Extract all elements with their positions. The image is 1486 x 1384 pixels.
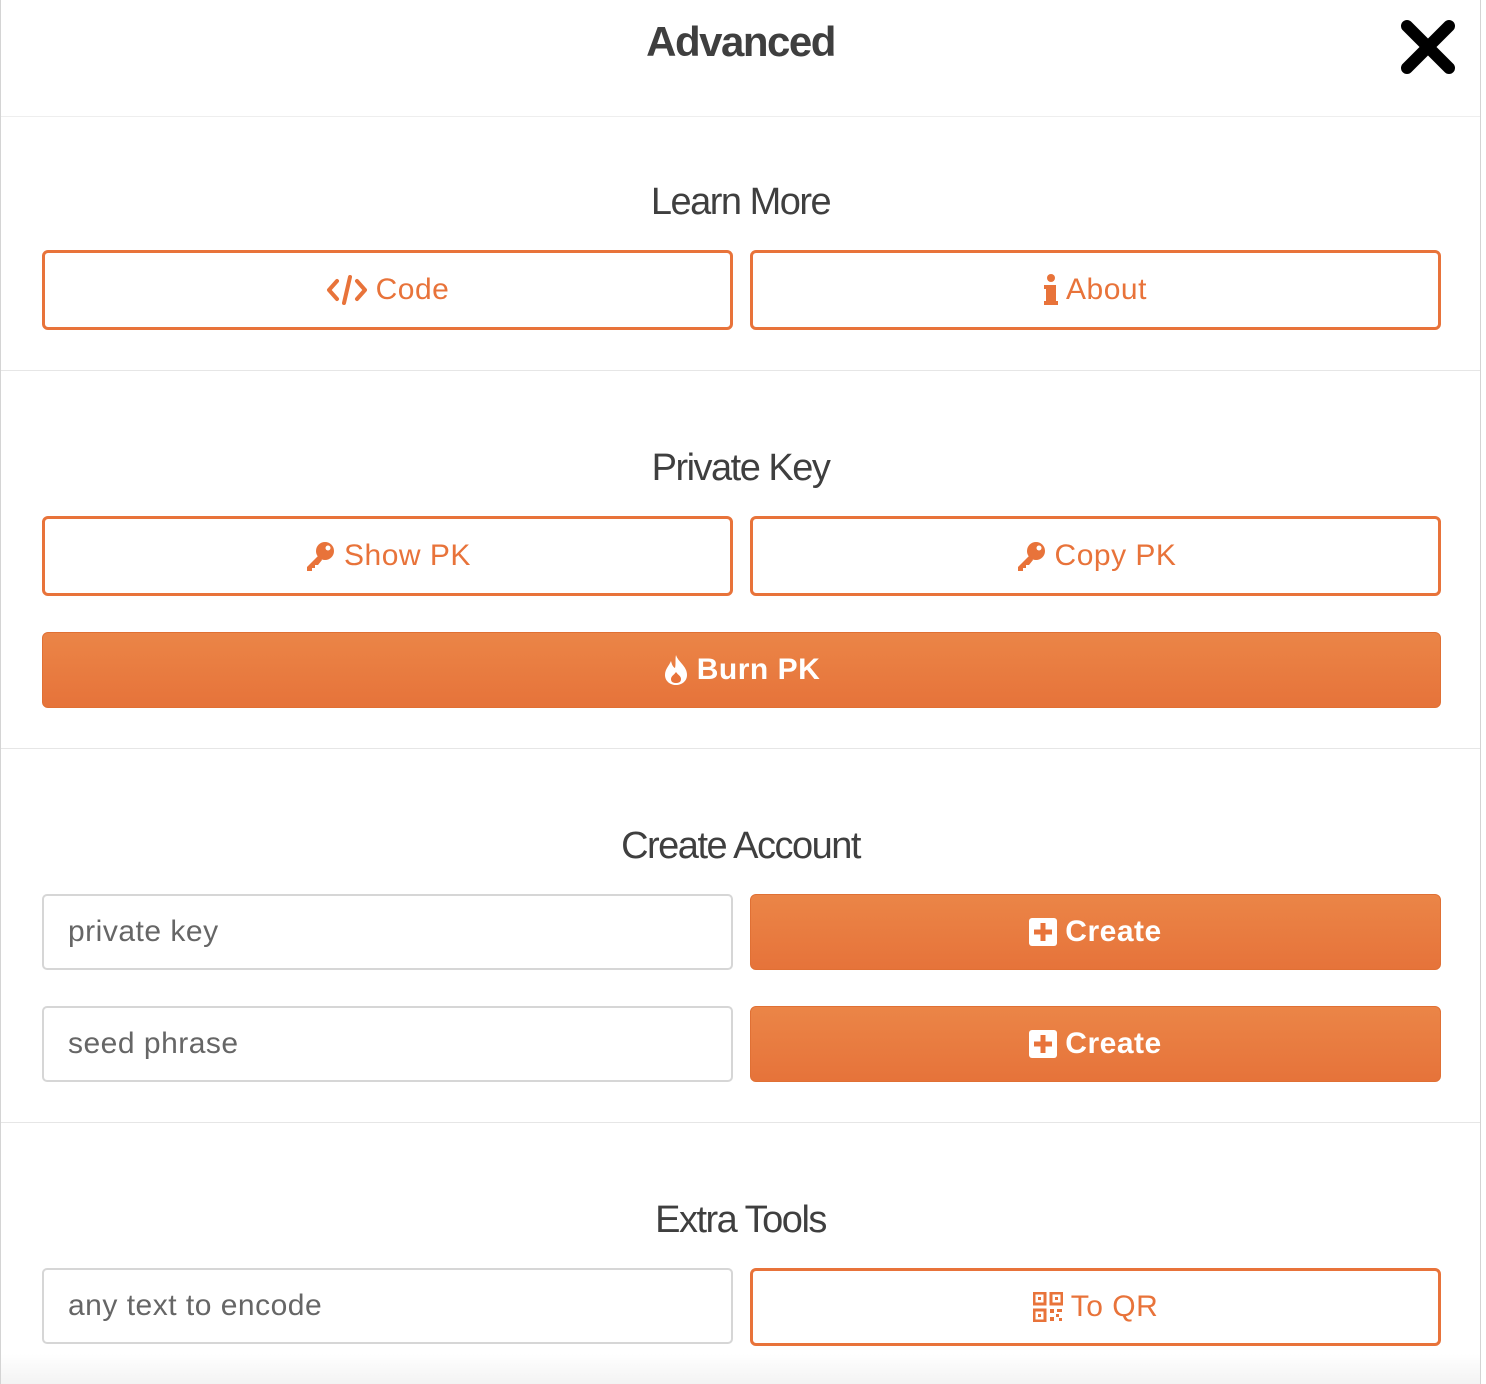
burn-pk-label: Burn PK xyxy=(696,653,821,686)
modal-header: Advanced xyxy=(1,0,1480,117)
to-qr-button[interactable]: To QR xyxy=(750,1268,1441,1346)
private-key-section: Private Key Show PK Copy PK Burn PK xyxy=(1,371,1480,749)
create-from-pk-button[interactable]: Create xyxy=(750,894,1441,970)
modal-title: Advanced xyxy=(646,18,836,65)
key-icon xyxy=(304,540,336,572)
extra-tools-title: Extra Tools xyxy=(655,1199,827,1241)
info-icon xyxy=(1044,274,1059,306)
about-button-label: About xyxy=(1066,273,1147,306)
learn-more-section: Learn More Code About xyxy=(1,117,1480,371)
show-pk-button[interactable]: Show PK xyxy=(42,516,733,596)
about-button[interactable]: About xyxy=(750,250,1441,330)
copy-pk-button[interactable]: Copy PK xyxy=(750,516,1441,596)
create-account-section: Create Account Create Create xyxy=(1,749,1480,1123)
extra-tools-section: Extra Tools To QR xyxy=(1,1123,1480,1384)
fire-icon xyxy=(663,654,689,686)
bottom-fade xyxy=(1,1354,1480,1384)
code-button-label: Code xyxy=(375,273,450,306)
to-qr-label: To QR xyxy=(1070,1290,1159,1323)
qrcode-icon xyxy=(1032,1292,1063,1322)
encode-text-input[interactable] xyxy=(42,1268,733,1344)
private-key-input[interactable] xyxy=(42,894,733,970)
code-icon xyxy=(326,275,368,305)
advanced-modal: Advanced Learn More Code About Private K… xyxy=(0,0,1481,1384)
create-from-pk-label: Create xyxy=(1065,915,1162,948)
close-icon xyxy=(1401,20,1455,74)
plus-square-icon xyxy=(1029,918,1058,946)
learn-more-title: Learn More xyxy=(650,181,832,223)
close-button[interactable] xyxy=(1397,16,1459,78)
create-account-title: Create Account xyxy=(621,825,861,867)
create-from-seed-label: Create xyxy=(1065,1027,1162,1060)
burn-pk-button[interactable]: Burn PK xyxy=(42,632,1441,708)
show-pk-label: Show PK xyxy=(344,539,471,572)
plus-square-icon xyxy=(1029,1030,1058,1058)
copy-pk-label: Copy PK xyxy=(1054,539,1177,572)
code-button[interactable]: Code xyxy=(42,250,733,330)
create-from-seed-button[interactable]: Create xyxy=(750,1006,1441,1082)
key-icon xyxy=(1015,540,1047,572)
seed-phrase-input[interactable] xyxy=(42,1006,733,1082)
private-key-title: Private Key xyxy=(651,447,831,489)
